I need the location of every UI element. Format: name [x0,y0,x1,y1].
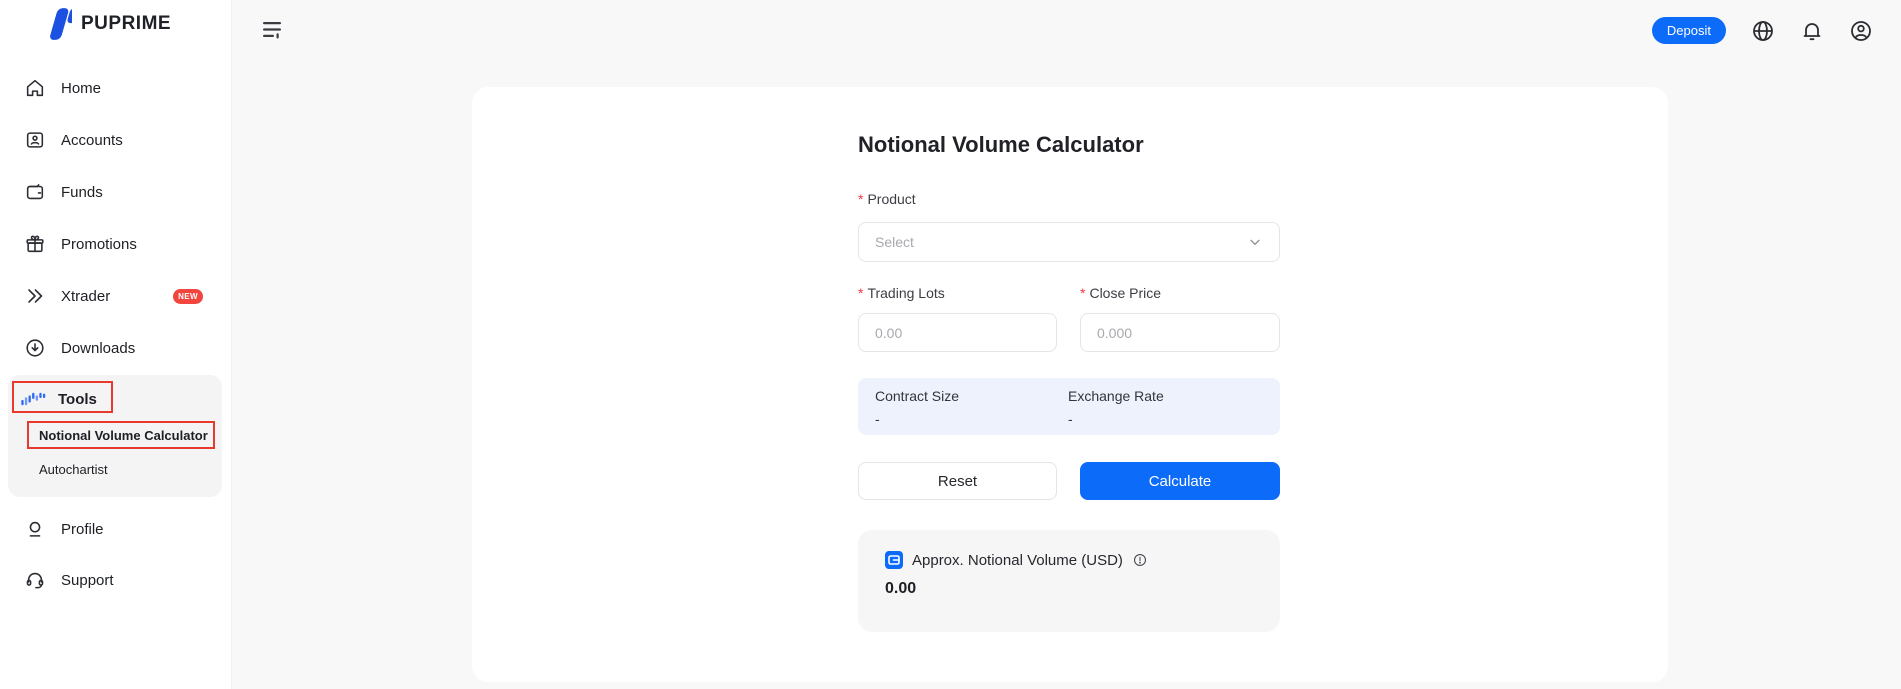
download-icon [24,337,46,359]
sidebar-item-label: Support [61,572,114,589]
sidebar-item-label: Promotions [61,236,137,253]
calculator-card: Notional Volume Calculator *Product Sele… [472,87,1668,682]
contract-size-value: - [875,411,959,427]
profile-icon [24,518,46,540]
sidebar-item-home[interactable]: Home [24,76,101,100]
sidebar-item-support[interactable]: Support [24,568,114,592]
result-label: Approx. Notional Volume (USD) [912,552,1123,569]
trading-lots-label: *Trading Lots [858,285,945,301]
tools-section: Tools Notional Volume Calculator Autocha… [8,375,222,497]
gift-icon [24,233,46,255]
info-icon[interactable] [1132,552,1148,568]
globe-icon[interactable] [1751,19,1775,43]
product-select[interactable]: Select [858,222,1280,262]
double-chevron-icon [24,285,46,307]
sidebar-item-label: Accounts [61,132,123,149]
deposit-button[interactable]: Deposit [1652,17,1726,44]
result-value: 0.00 [885,580,916,598]
close-price-label: *Close Price [1080,285,1161,301]
exchange-rate-label: Exchange Rate [1068,388,1164,404]
contract-size-block: Contract Size - [875,388,959,427]
sidebar-item-label: Xtrader [61,288,110,305]
calculator-icon [885,551,903,569]
exchange-rate-block: Exchange Rate - [1068,388,1164,427]
required-marker: * [858,285,863,301]
trading-lots-input[interactable] [858,313,1057,352]
chevron-down-icon [1247,234,1263,250]
sidebar-item-tools[interactable]: Tools [20,387,97,411]
close-price-input[interactable] [1080,313,1280,352]
accounts-icon [24,129,46,151]
sidebar-item-xtrader[interactable]: Xtrader [24,284,110,308]
puprime-logo-icon [42,5,72,43]
app-screen: PUPRIME Home Accounts Funds Promotions [0,0,1901,689]
sidebar-subitem-autochartist[interactable]: Autochartist [39,462,108,477]
required-marker: * [858,191,863,207]
sidebar: PUPRIME Home Accounts Funds Promotions [0,0,232,689]
user-avatar-icon[interactable] [1849,19,1873,43]
sidebar-item-accounts[interactable]: Accounts [24,128,123,152]
exchange-rate-value: - [1068,411,1164,427]
sidebar-item-funds[interactable]: Funds [24,180,103,204]
headset-icon [24,569,46,591]
sidebar-item-profile[interactable]: Profile [24,517,104,541]
reset-button[interactable]: Reset [858,462,1057,500]
new-badge: NEW [173,289,203,304]
sidebar-collapse-icon[interactable] [263,21,284,39]
brand-name: PUPRIME [81,13,171,35]
sidebar-item-label: Downloads [61,340,135,357]
required-marker: * [1080,285,1085,301]
tools-bars-icon [20,390,46,408]
contract-size-label: Contract Size [875,388,959,404]
result-panel: Approx. Notional Volume (USD) 0.00 [858,530,1280,632]
product-select-placeholder: Select [875,234,914,250]
sidebar-item-label: Funds [61,184,103,201]
contract-info-panel: Contract Size - Exchange Rate - [858,378,1280,435]
sidebar-subitem-notional-volume-calculator[interactable]: Notional Volume Calculator [39,428,208,443]
sidebar-item-downloads[interactable]: Downloads [24,336,135,360]
bell-icon[interactable] [1800,19,1824,43]
sidebar-item-label: Profile [61,521,104,538]
sidebar-item-label: Home [61,80,101,97]
brand-logo[interactable]: PUPRIME [42,5,171,43]
sidebar-item-promotions[interactable]: Promotions [24,232,137,256]
funds-icon [24,181,46,203]
calculate-button[interactable]: Calculate [1080,462,1280,500]
product-label: *Product [858,191,916,207]
home-icon [24,77,46,99]
sidebar-item-label: Tools [58,391,97,408]
page-title: Notional Volume Calculator [858,132,1144,158]
topbar-actions: Deposit [1652,17,1873,44]
